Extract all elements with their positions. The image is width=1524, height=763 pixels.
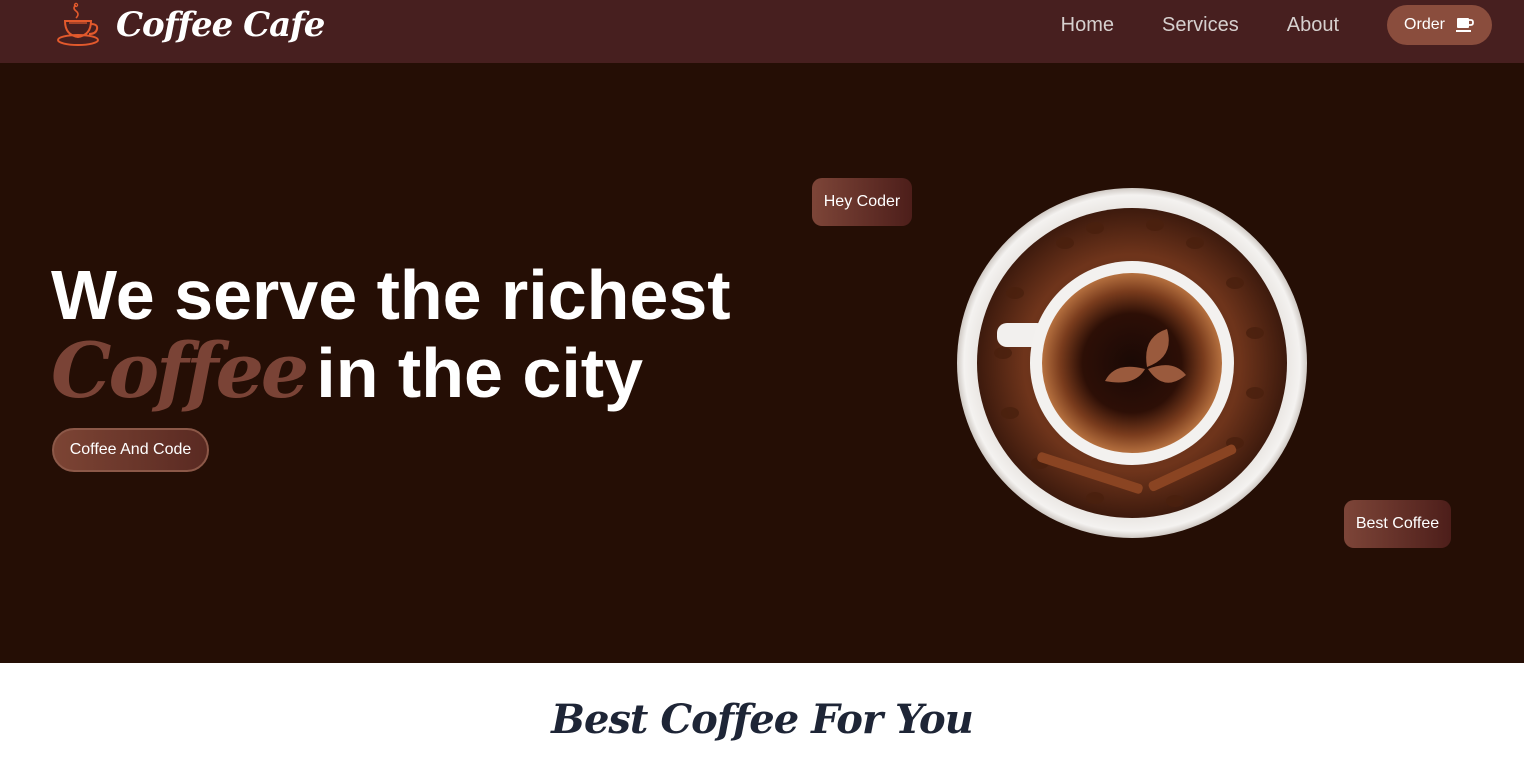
nav-home[interactable]: Home xyxy=(1061,14,1114,37)
coffee-cup-icon xyxy=(57,2,99,46)
navbar: Coffee Cafe Home Services About Order xyxy=(0,0,1524,63)
hero-section: We serve the richest Coffee in the city C… xyxy=(0,63,1524,663)
headline-coffee-word: Coffee xyxy=(51,326,309,415)
order-button[interactable]: Order xyxy=(1387,5,1492,45)
coffee-and-code-button[interactable]: Coffee And Code xyxy=(52,428,209,472)
main-nav: Home Services About Order xyxy=(1061,5,1492,45)
section-title: Best Coffee For You xyxy=(551,696,974,743)
hero-headline: We serve the richest Coffee in the city xyxy=(51,257,731,411)
headline-line-2: in the city xyxy=(316,334,644,412)
coffee-cup-image xyxy=(957,188,1307,538)
order-button-label: Order xyxy=(1404,16,1445,33)
best-coffee-badge: Best Coffee xyxy=(1344,500,1451,548)
headline-line-1: We serve the richest xyxy=(51,256,731,334)
nav-services[interactable]: Services xyxy=(1162,14,1239,37)
brand[interactable]: Coffee Cafe xyxy=(56,0,325,50)
brand-name: Coffee Cafe xyxy=(116,5,325,45)
hey-coder-badge: Hey Coder xyxy=(812,178,912,226)
nav-about[interactable]: About xyxy=(1287,14,1339,37)
coffee-mug-icon xyxy=(1455,18,1474,32)
